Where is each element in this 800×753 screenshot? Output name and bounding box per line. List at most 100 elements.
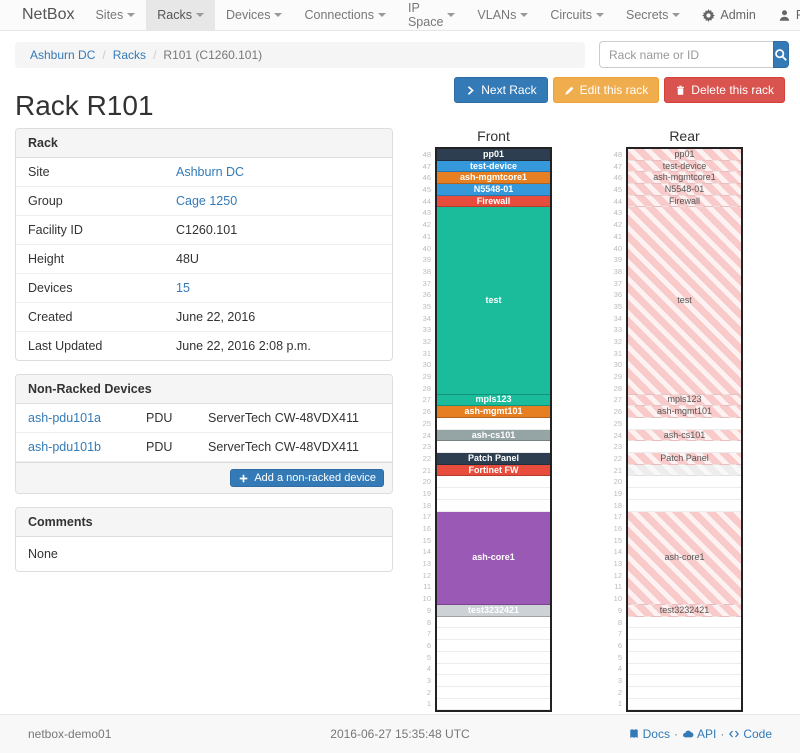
row-value: June 22, 2016 2:08 p.m. [176, 339, 311, 353]
rack-unit-device-ash-mgmtcore1-rear[interactable]: ash-mgmtcore1 [628, 172, 741, 184]
search-input[interactable] [599, 41, 773, 68]
nav-item-sites[interactable]: Sites [84, 0, 146, 30]
unit-number: 9 [417, 605, 435, 617]
rack-unit-device-n5548-01[interactable]: N5548-01 [437, 184, 550, 196]
unit-number: 22 [417, 453, 435, 465]
unit-number: 15 [608, 535, 626, 547]
rack-unit-device-test3232421[interactable]: test3232421 [437, 605, 550, 617]
row-label: Devices [28, 281, 176, 295]
rack-unit-device-patch-panel-rear[interactable]: Patch Panel [628, 453, 741, 465]
rack-unit-device-mpls123[interactable]: mpls123 [437, 395, 550, 407]
rack-unit-empty [437, 628, 550, 640]
unit-number: 38 [608, 266, 626, 278]
unit-number: 8 [608, 617, 626, 629]
rack-unit-empty [628, 699, 741, 711]
rack-unit-empty [437, 488, 550, 500]
unit-number: 37 [608, 278, 626, 290]
row-value[interactable]: Cage 1250 [176, 194, 237, 208]
footer-link-code[interactable]: Code [728, 727, 772, 741]
nonracked-panel: Non-Racked Devices ash-pdu101aPDUServerT… [15, 374, 393, 494]
nav-item-racks[interactable]: Racks [146, 0, 215, 30]
breadcrumb: Ashburn DC Racks R101 (C1260.101) [15, 42, 585, 68]
unit-number: 14 [608, 546, 626, 558]
table-row: Facility IDC1260.101 [16, 216, 392, 245]
rack-unit-device-n5548-01-rear[interactable]: N5548-01 [628, 184, 741, 196]
gear-icon [702, 9, 715, 22]
nav-item-devices[interactable]: Devices [215, 0, 293, 30]
unit-number: 13 [417, 558, 435, 570]
rack-unit-device-test-rear[interactable]: test [628, 207, 741, 394]
rack-unit-device-pp01-rear[interactable]: pp01 [628, 149, 741, 161]
nav-item-connections[interactable]: Connections [293, 0, 397, 30]
table-row: GroupCage 1250 [16, 187, 392, 216]
edit-rack-label: Edit this rack [580, 83, 649, 97]
delete-rack-button[interactable]: Delete this rack [664, 77, 785, 103]
rack-unit-device-ash-cs101[interactable]: ash-cs101 [437, 430, 550, 442]
nav-item-circuits[interactable]: Circuits [539, 0, 615, 30]
row-value[interactable]: 15 [176, 281, 190, 295]
edit-rack-button[interactable]: Edit this rack [553, 77, 660, 103]
rack-unit-device-fortinet-fw[interactable]: Fortinet FW [437, 465, 550, 477]
row-value[interactable]: Ashburn DC [176, 165, 244, 179]
breadcrumb-link[interactable]: Racks [113, 48, 146, 62]
rack-unit-device-ash-cs101-rear[interactable]: ash-cs101 [628, 430, 741, 442]
unit-number: 29 [417, 371, 435, 383]
unit-number: 27 [608, 394, 626, 406]
rack-unit-empty [628, 640, 741, 652]
unit-number: 9 [608, 605, 626, 617]
rack-unit-device-mpls123-rear[interactable]: mpls123 [628, 395, 741, 407]
footer-link-api[interactable]: API [682, 727, 716, 741]
unit-number: 24 [608, 430, 626, 442]
nav-item-secrets[interactable]: Secrets [615, 0, 691, 30]
rack-unit-device-ash-core1[interactable]: ash-core1 [437, 512, 550, 606]
breadcrumb-current: R101 (C1260.101) [163, 48, 262, 62]
unit-number: 18 [417, 500, 435, 512]
nav-item-admin[interactable]: Admin [691, 0, 766, 30]
device-link[interactable]: ash-pdu101b [28, 440, 146, 454]
footer-link-docs[interactable]: Docs [628, 727, 670, 741]
rack-unit-device-test-device-rear[interactable]: test-device [628, 161, 741, 173]
breadcrumb-link[interactable]: Ashburn DC [30, 48, 95, 62]
device-role: PDU [146, 411, 208, 425]
unit-number: 46 [608, 172, 626, 184]
rack-unit-device-ash-mgmt101[interactable]: ash-mgmt101 [437, 406, 550, 418]
nav-item-vlans[interactable]: VLANs [466, 0, 539, 30]
app-brand[interactable]: NetBox [12, 0, 84, 30]
rack-unit-empty [628, 500, 741, 512]
nav-item-profile[interactable]: Profile [767, 0, 800, 30]
unit-number: 28 [608, 383, 626, 395]
rack-unit-device-pp01[interactable]: pp01 [437, 149, 550, 161]
unit-number: 26 [417, 406, 435, 418]
rack-unit-device-firewall-rear[interactable]: Firewall [628, 196, 741, 208]
elevation-rear: Rear 48474645444342414039383736353433323… [608, 128, 743, 712]
nav-item-ip-space[interactable]: IP Space [397, 0, 466, 30]
rack-unit-device-ash-mgmt101-rear[interactable]: ash-mgmt101 [628, 406, 741, 418]
rack-unit-device-ash-mgmtcore1[interactable]: ash-mgmtcore1 [437, 172, 550, 184]
front-rack-box: pp01test-deviceash-mgmtcore1N5548-01Fire… [435, 147, 552, 712]
device-link[interactable]: ash-pdu101a [28, 411, 146, 425]
rack-unit-empty [437, 617, 550, 629]
unit-number: 37 [417, 278, 435, 290]
rack-unit-empty [437, 675, 550, 687]
rack-unit-device-patch-panel[interactable]: Patch Panel [437, 453, 550, 465]
rack-unit-device-test[interactable]: test [437, 207, 550, 394]
caret-down-icon [127, 13, 135, 17]
table-row: Devices15 [16, 274, 392, 303]
unit-number: 40 [608, 243, 626, 255]
rack-unit-device-test-device[interactable]: test-device [437, 161, 550, 173]
caret-down-icon [520, 13, 528, 17]
unit-number: 48 [417, 149, 435, 161]
unit-number: 30 [608, 359, 626, 371]
next-rack-button[interactable]: Next Rack [454, 77, 547, 103]
rack-unit-device-test3232421-rear[interactable]: test3232421 [628, 605, 741, 617]
footer-separator: · [720, 727, 724, 741]
rack-unit-empty [437, 640, 550, 652]
unit-number: 10 [608, 593, 626, 605]
rack-unit-device-ash-core1-rear[interactable]: ash-core1 [628, 512, 741, 606]
unit-number: 34 [417, 313, 435, 325]
search-button[interactable] [773, 41, 789, 68]
rack-unit-device-firewall[interactable]: Firewall [437, 196, 550, 208]
next-rack-label: Next Rack [481, 83, 536, 97]
add-nonracked-device-button[interactable]: Add a non-racked device [230, 469, 384, 487]
rack-unit-device-fortinet-fw-rear[interactable] [628, 465, 741, 477]
